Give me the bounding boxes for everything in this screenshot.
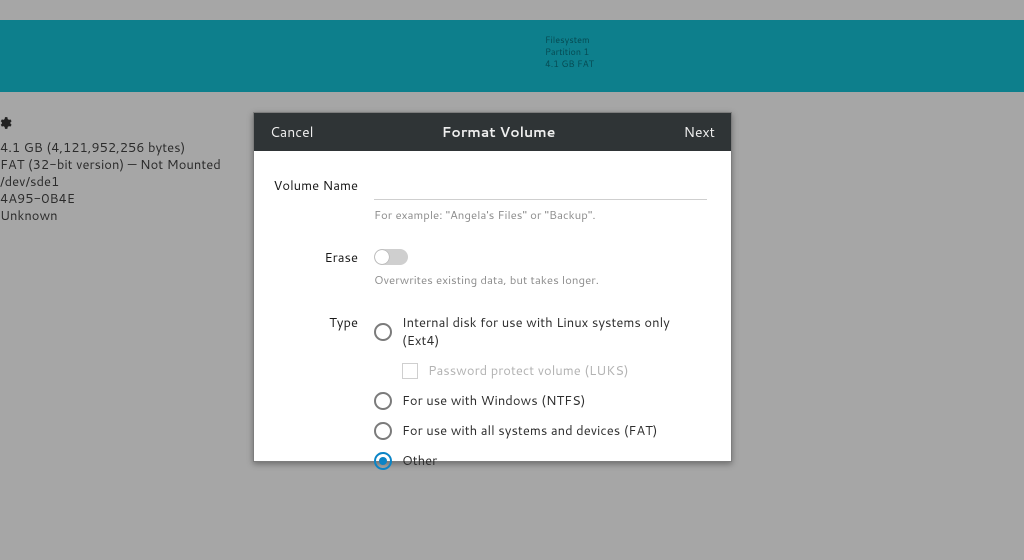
volume-name-hint: For example: "Angela's Files" or "Backup… bbox=[374, 206, 703, 223]
next-button[interactable]: Next bbox=[684, 122, 715, 142]
type-option-label: Internal disk for use with Linux systems… bbox=[402, 314, 703, 350]
format-volume-dialog: Cancel Format Volume Next Volume Name Fo… bbox=[253, 112, 732, 462]
detail-size: 4.1 GB (4,121,952,256 bytes) bbox=[0, 140, 221, 157]
type-option-label: Password protect volume (LUKS) bbox=[428, 362, 629, 380]
gear-icon[interactable] bbox=[0, 115, 12, 129]
radio-icon bbox=[374, 323, 392, 341]
erase-label: Erase bbox=[254, 249, 374, 288]
type-option-ext4[interactable]: Internal disk for use with Linux systems… bbox=[374, 314, 703, 350]
erase-hint: Overwrites existing data, but takes long… bbox=[374, 271, 703, 288]
dialog-header: Cancel Format Volume Next bbox=[254, 113, 731, 151]
volume-name-input[interactable] bbox=[374, 177, 707, 200]
volume-name-label: Volume Name bbox=[254, 177, 374, 223]
type-option-other[interactable]: Other bbox=[374, 452, 703, 470]
type-option-luks: Password protect volume (LUKS) bbox=[402, 362, 703, 380]
checkbox-icon bbox=[402, 363, 418, 379]
detail-fs: FAT (32-bit version) — Not Mounted bbox=[0, 157, 221, 174]
partition-strip: Filesystem Partition 1 4.1 GB FAT bbox=[0, 20, 1024, 92]
type-option-label: For use with all systems and devices (FA… bbox=[402, 422, 658, 440]
fs-size: 4.1 GB FAT bbox=[545, 58, 594, 70]
dialog-title: Format Volume bbox=[442, 122, 556, 142]
erase-toggle[interactable] bbox=[374, 249, 408, 265]
type-label: Type bbox=[254, 314, 374, 482]
detail-device: /dev/sde1 bbox=[0, 174, 221, 191]
radio-icon bbox=[374, 392, 392, 410]
partition-strip-info: Filesystem Partition 1 4.1 GB FAT bbox=[545, 34, 594, 70]
detail-ptype: Unknown bbox=[0, 208, 221, 225]
type-option-fat[interactable]: For use with all systems and devices (FA… bbox=[374, 422, 703, 440]
type-option-label: For use with Windows (NTFS) bbox=[402, 392, 585, 410]
type-option-label: Other bbox=[402, 452, 437, 470]
cancel-button[interactable]: Cancel bbox=[270, 122, 314, 142]
detail-uuid: 4A95-0B4E bbox=[0, 191, 221, 208]
radio-icon bbox=[374, 422, 392, 440]
radio-icon bbox=[374, 452, 392, 470]
type-option-ntfs[interactable]: For use with Windows (NTFS) bbox=[374, 392, 703, 410]
volume-details: 4.1 GB (4,121,952,256 bytes) FAT (32-bit… bbox=[0, 140, 221, 225]
